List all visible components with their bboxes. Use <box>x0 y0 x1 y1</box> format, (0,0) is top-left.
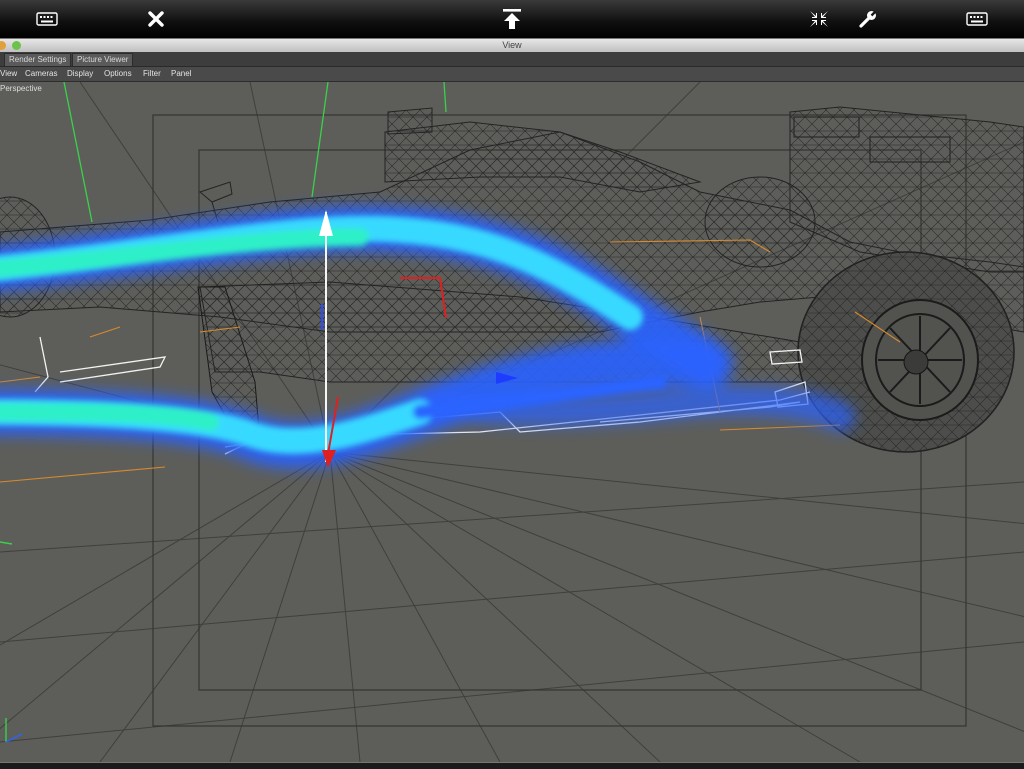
menu-display[interactable]: Display <box>67 68 93 80</box>
close-icon[interactable] <box>141 4 171 34</box>
upload-arrow-icon[interactable] <box>497 4 527 34</box>
window-title: View <box>502 40 522 50</box>
window-titlebar: View <box>0 38 1024 53</box>
tab-picture-viewer[interactable]: Picture Viewer <box>72 53 134 66</box>
menu-options[interactable]: Options <box>104 68 132 80</box>
keyboard-icon[interactable] <box>962 4 992 34</box>
viewport-camera-label: Perspective <box>0 84 42 93</box>
viewport-scene <box>0 82 1024 762</box>
3d-viewport[interactable]: Perspective <box>0 82 1024 762</box>
viewport-menubar: View Cameras Display Options Filter Pane… <box>0 67 1024 82</box>
keyboard-icon[interactable] <box>32 4 62 34</box>
remote-toolbar <box>0 0 1024 38</box>
tab-render-settings[interactable]: Render Settings <box>4 53 72 66</box>
collapse-icon[interactable] <box>804 4 834 34</box>
menu-panel[interactable]: Panel <box>171 68 191 80</box>
menu-cameras[interactable]: Cameras <box>25 68 57 80</box>
menu-filter[interactable]: Filter <box>143 68 161 80</box>
wrench-icon[interactable] <box>853 4 883 34</box>
menu-view[interactable]: View <box>0 68 17 80</box>
tab-bar: Render Settings Picture Viewer <box>0 52 1024 67</box>
